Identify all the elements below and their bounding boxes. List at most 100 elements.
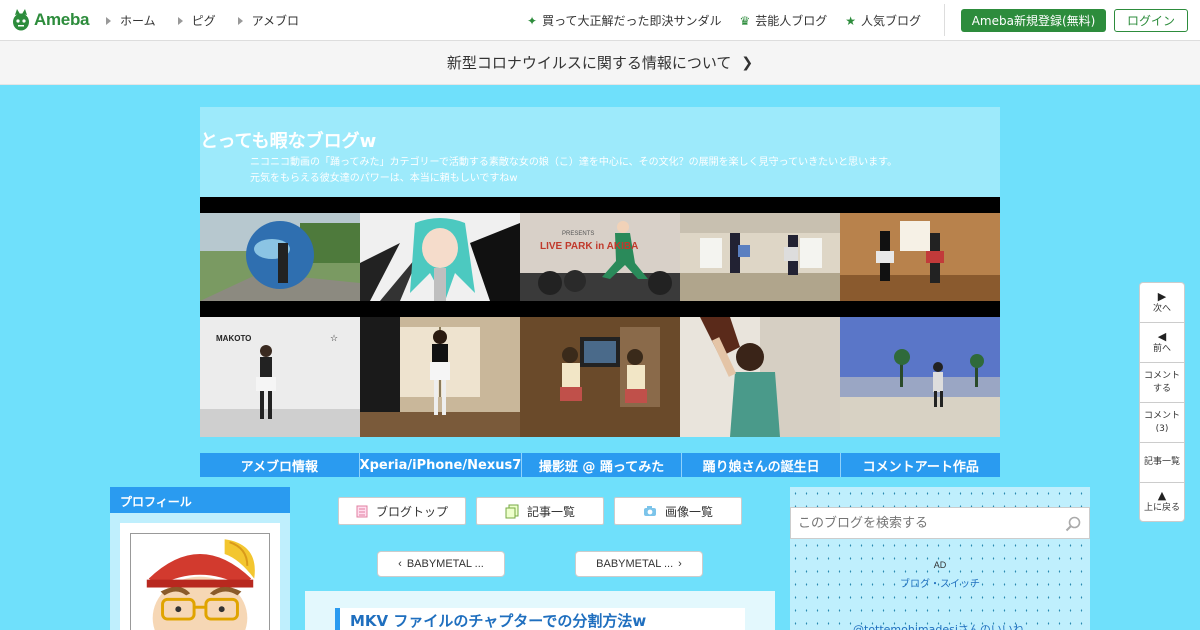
ameba-mascot-icon bbox=[13, 9, 29, 31]
global-nav: ホーム ピグ アメブロ bbox=[106, 12, 321, 29]
category-xperia[interactable]: Xperia/iPhone/Nexus7 bbox=[359, 453, 523, 477]
nav-label: ホーム bbox=[120, 14, 156, 28]
gallery-image: LIVE PARK in AKIBA PRESENTS bbox=[520, 213, 680, 301]
search-icon[interactable] bbox=[1065, 516, 1081, 532]
ameba-logo[interactable]: Ameba bbox=[12, 9, 89, 31]
floatnav-label: 記事一覧 bbox=[1143, 457, 1180, 467]
featured-link-sandal[interactable]: ✦ 買って大正解だった即決サンダル bbox=[527, 12, 721, 29]
triangle-right-icon bbox=[237, 16, 243, 25]
featured-link-celebrity[interactable]: ♛ 芸能人ブログ bbox=[739, 12, 827, 29]
gallery-image bbox=[200, 213, 360, 301]
category-ameblo-info[interactable]: アメブロ情報 bbox=[200, 453, 360, 477]
global-header: Ameba ホーム ピグ アメブロ ✦ 買って大正解だった即決サンダル ♛ 芸能人ブ… bbox=[0, 0, 1200, 41]
gallery-image bbox=[520, 317, 680, 437]
featured-link-label: 人気ブログ bbox=[861, 14, 922, 28]
ad-link[interactable]: ブログ・スイッチ bbox=[790, 575, 1090, 590]
blog-description: ニコニコ動画の「踊ってみた」カテゴリーで活動する素敵な女の娘（こ）達を中心に、そ… bbox=[250, 155, 990, 187]
search-input[interactable] bbox=[791, 508, 1051, 538]
covid-notice-link[interactable]: 新型コロナウイルスに関する情報について ❯ bbox=[0, 41, 1200, 85]
gallery-image bbox=[680, 317, 840, 437]
blog-search bbox=[790, 507, 1090, 539]
avatar[interactable] bbox=[130, 533, 270, 630]
gallery-image bbox=[840, 213, 1000, 301]
category-comment-art[interactable]: コメントアート作品 bbox=[841, 453, 1001, 477]
triangle-right-icon bbox=[177, 16, 183, 25]
login-button[interactable]: ログイン bbox=[1114, 9, 1188, 32]
profile-heading: プロフィール bbox=[110, 487, 290, 513]
profile-panel: プロフィール bbox=[110, 487, 290, 630]
floatnav-label: 上に戻る bbox=[1143, 503, 1180, 513]
nav-ameblo-link[interactable]: アメブロ bbox=[237, 12, 300, 29]
chevron-right-icon: › bbox=[678, 558, 682, 570]
logo-text: Ameba bbox=[34, 10, 90, 29]
blog-title[interactable]: とっても暇なブログw bbox=[200, 127, 376, 153]
entry-list-button[interactable]: 記事一覧 bbox=[476, 497, 604, 525]
camera-icon bbox=[643, 506, 656, 516]
floatnav-label: コメント する bbox=[1143, 370, 1180, 394]
register-button[interactable]: Ameba新規登録(無料) bbox=[961, 9, 1106, 32]
article-panel: MKV ファイルのチャプターでの分割方法w bbox=[305, 591, 775, 630]
floatnav-label: 前へ bbox=[1152, 343, 1171, 354]
crown-icon: ♛ bbox=[739, 13, 751, 28]
header-image-gallery: LIVE PARK in AKIBA PRESENTS MAKOTO ☆ bbox=[200, 197, 1000, 437]
next-page-button[interactable]: ▶ 次へ bbox=[1139, 282, 1185, 322]
next-entry-button[interactable]: BABYMETAL ... › bbox=[575, 551, 703, 577]
pager-label: BABYMETAL ... bbox=[406, 558, 484, 570]
gallery-image bbox=[680, 213, 840, 301]
button-label: ブログトップ bbox=[375, 504, 448, 519]
likes-heading[interactable]: @tottemohimadesiさんのいいね bbox=[853, 621, 1024, 630]
prev-entry-button[interactable]: ‹ BABYMETAL ... bbox=[377, 551, 505, 577]
category-camera-crew[interactable]: 撮影班 @ 踊ってみた bbox=[522, 453, 682, 477]
nav-label: アメブロ bbox=[251, 14, 300, 28]
document-icon bbox=[356, 505, 368, 517]
featured-links: ✦ 買って大正解だった即決サンダル ♛ 芸能人ブログ ★ 人気ブログ bbox=[527, 12, 939, 29]
blog-description-line: 元気をもらえる彼女達のパワーは、本当に頼もしいですねw bbox=[250, 173, 518, 184]
triangle-right-icon bbox=[106, 16, 111, 25]
write-comment-button[interactable]: コメント する bbox=[1139, 362, 1185, 402]
nav-label: ピグ bbox=[191, 14, 216, 28]
gallery-caption: LIVE PARK in AKIBA bbox=[540, 241, 638, 252]
gallery-caption: PRESENTS bbox=[562, 231, 594, 237]
gallery-image: MAKOTO ☆ bbox=[200, 317, 360, 437]
gallery-caption: MAKOTO bbox=[216, 334, 251, 343]
chevron-left-icon: ‹ bbox=[398, 558, 402, 570]
nav-home-link[interactable]: ホーム bbox=[106, 12, 156, 29]
floatnav-label: コメント (3) bbox=[1143, 410, 1180, 434]
article-title[interactable]: MKV ファイルのチャプターでの分割方法w bbox=[350, 610, 646, 630]
image-list-button[interactable]: 画像一覧 bbox=[614, 497, 742, 525]
blog-top-button[interactable]: ブログトップ bbox=[338, 497, 466, 525]
floating-nav: ▶ 次へ ◀ 前へ コメント する コメント (3) 記事一覧 ▲ 上に戻る bbox=[1139, 282, 1185, 522]
featured-link-label: 買って大正解だった即決サンダル bbox=[542, 14, 722, 28]
pager-label: BABYMETAL ... bbox=[596, 558, 674, 570]
gallery-image bbox=[360, 213, 520, 301]
divider bbox=[944, 4, 945, 36]
featured-link-label: 芸能人ブログ bbox=[755, 14, 828, 28]
prev-page-button[interactable]: ◀ 前へ bbox=[1139, 322, 1185, 362]
blog-header: とっても暇なブログw ニコニコ動画の「踊ってみた」カテゴリーで活動する素敵な女の… bbox=[200, 107, 1000, 197]
notice-text: 新型コロナウイルスに関する情報について bbox=[446, 54, 732, 72]
chevron-right-icon: ❯ bbox=[741, 54, 754, 71]
arrow-up-icon: ▲ bbox=[1157, 489, 1167, 502]
right-sidebar: AD ブログ・スイッチ @tottemohimadesiさんのいいね bbox=[790, 487, 1090, 630]
gallery-image bbox=[840, 317, 1000, 437]
ad-label: AD bbox=[933, 560, 947, 570]
entry-list-side-button[interactable]: 記事一覧 bbox=[1139, 442, 1185, 482]
article-title-box: MKV ファイルのチャプターでの分割方法w bbox=[335, 608, 745, 630]
back-to-top-button[interactable]: ▲ 上に戻る bbox=[1139, 482, 1185, 522]
category-birthdays[interactable]: 踊り娘さんの誕生日 bbox=[681, 453, 842, 477]
comment-count-button[interactable]: コメント (3) bbox=[1139, 402, 1185, 442]
nav-pigg-link[interactable]: ピグ bbox=[177, 12, 216, 29]
button-label: 記事一覧 bbox=[526, 504, 575, 519]
category-nav: アメブロ情報 Xperia/iPhone/Nexus7 撮影班 @ 踊ってみた … bbox=[200, 453, 1001, 477]
floatnav-label: 次へ bbox=[1152, 303, 1171, 314]
featured-link-popular[interactable]: ★ 人気ブログ bbox=[845, 12, 921, 29]
blog-description-line: ニコニコ動画の「踊ってみた」カテゴリーで活動する素敵な女の娘（こ）達を中心に、そ… bbox=[250, 157, 898, 168]
copy-docs-icon bbox=[505, 504, 519, 518]
sparkle-icon: ✦ bbox=[527, 13, 538, 28]
play-right-icon: ▶ bbox=[1157, 289, 1167, 303]
avatar-container bbox=[120, 523, 280, 630]
title-accent-bar bbox=[335, 608, 340, 630]
star-icon: ★ bbox=[845, 13, 857, 28]
button-label: 画像一覧 bbox=[664, 504, 713, 519]
gallery-caption: ☆ bbox=[330, 334, 338, 344]
